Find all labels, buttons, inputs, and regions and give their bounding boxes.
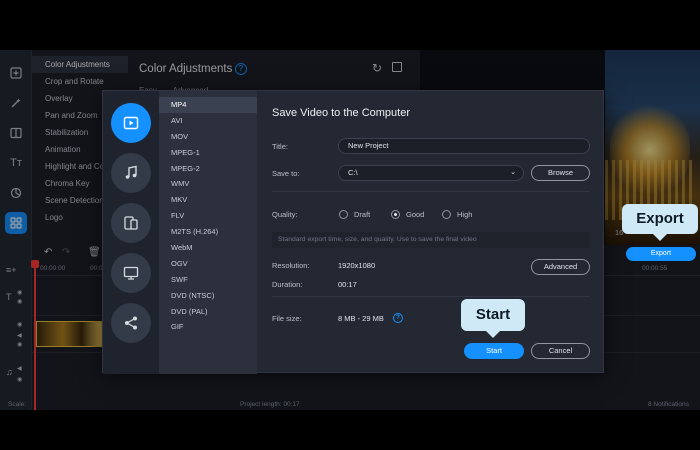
save-to-label: Save to: (272, 169, 300, 178)
format-item[interactable]: MKV (159, 192, 257, 208)
devices-icon[interactable] (111, 203, 151, 243)
start-button[interactable]: Start (464, 343, 524, 359)
quality-label: Quality: (272, 210, 298, 219)
format-item[interactable]: AVI (159, 113, 257, 129)
letterbox-bottom (0, 410, 700, 450)
category-column (103, 91, 159, 374)
format-item[interactable]: DVD (NTSC) (159, 288, 257, 304)
format-item[interactable]: WMV (159, 176, 257, 192)
quality-draft-label: Draft (354, 210, 371, 219)
format-item[interactable]: DVD (PAL) (159, 304, 257, 320)
format-item[interactable]: MPEG-1 (159, 145, 257, 161)
resolution-label: Resolution: (272, 261, 310, 270)
advanced-button[interactable]: Advanced (531, 259, 590, 275)
quality-draft-radio[interactable] (339, 210, 348, 219)
format-list: MP4 AVI MOV MPEG-1 MPEG-2 WMV MKV FLV M2TS (H.26… (159, 91, 257, 374)
duration-label: Duration: (272, 280, 303, 289)
format-item[interactable]: MP4 (159, 97, 257, 113)
format-item[interactable]: MPEG-2 (159, 161, 257, 177)
title-label: Title: (272, 142, 288, 151)
quality-good-label: Good (406, 210, 425, 219)
video-icon[interactable] (111, 103, 151, 143)
format-item[interactable]: SWF (159, 272, 257, 288)
format-item[interactable]: GIF (159, 319, 257, 335)
format-item[interactable]: OGV (159, 256, 257, 272)
chevron-down-icon: ⌄ (510, 169, 516, 176)
quality-good-radio[interactable] (391, 210, 400, 219)
quality-high-radio[interactable] (442, 210, 451, 219)
file-size-label: File size: (272, 314, 302, 323)
format-item[interactable]: WebM (159, 240, 257, 256)
quality-high-label: High (457, 210, 473, 219)
duration-value: 00:17 (338, 280, 357, 289)
browse-button[interactable]: Browse (531, 165, 590, 181)
resolution-value: 1920x1080 (338, 261, 376, 270)
info-icon[interactable]: ? (393, 313, 403, 323)
divider (272, 296, 590, 297)
cancel-button[interactable]: Cancel (531, 343, 590, 359)
title-input[interactable]: New Project (338, 138, 590, 154)
quality-hint: Standard export time, size, and quality.… (272, 232, 590, 248)
format-item[interactable]: M2TS (H.264) (159, 224, 257, 240)
letterbox-top (0, 0, 700, 50)
export-button[interactable]: Export (626, 247, 696, 261)
share-icon[interactable] (111, 303, 151, 343)
file-size-value: 8 MB - 29 MB (338, 314, 384, 323)
export-dialog: MP4 AVI MOV MPEG-1 MPEG-2 WMV MKV FLV M2TS (H.26… (102, 90, 604, 374)
format-item[interactable]: FLV (159, 208, 257, 224)
divider (272, 191, 590, 192)
tv-icon[interactable] (111, 253, 151, 293)
music-icon[interactable] (111, 153, 151, 193)
save-to-value: C:\ (348, 168, 358, 177)
format-item[interactable]: MOV (159, 129, 257, 145)
start-callout: Start (461, 299, 525, 338)
dialog-title: Save Video to the Computer (272, 107, 410, 119)
export-callout: Export (622, 204, 698, 241)
save-to-select[interactable]: C:\ ⌄ (338, 165, 524, 181)
